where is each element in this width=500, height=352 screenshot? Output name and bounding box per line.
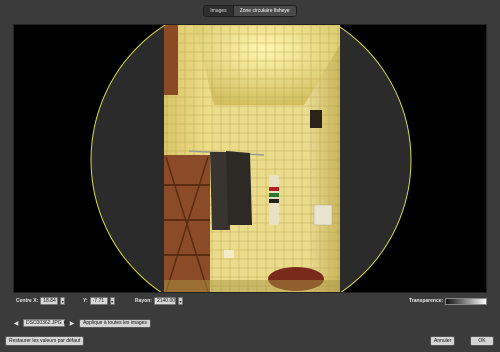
image-selector[interactable]: DSC00362.JPG ▾ — [23, 319, 67, 327]
tab-images[interactable]: Images — [204, 6, 234, 16]
radius-field[interactable]: 2140.00 — [153, 297, 176, 305]
restore-defaults-button[interactable]: Restaurer les valeurs par défaut — [5, 336, 85, 346]
ok-button[interactable]: OK — [470, 336, 494, 346]
previous-image-arrow-icon[interactable]: ◀ — [13, 320, 19, 327]
chevron-down-icon: ▾ — [63, 320, 67, 326]
transparency-control: Transparence: — [409, 296, 488, 306]
cancel-button[interactable]: Annuler — [430, 336, 456, 346]
tab-fisheye-zone[interactable]: Zone circulaire fisheye — [233, 6, 296, 16]
transparency-slider[interactable] — [445, 297, 488, 305]
radius-control: Rayon: 2140.00 ▾ — [135, 296, 183, 306]
center-x-stepper[interactable]: ▾ — [60, 297, 66, 305]
dialog-footer: Restaurer les valeurs par défaut Annuler… — [0, 334, 500, 348]
fisheye-photo — [164, 25, 340, 292]
segmented-tabs: Images Zone circulaire fisheye — [203, 5, 297, 17]
center-x-control: Centre X: 18.84 ▾ — [16, 296, 66, 306]
transparency-label: Transparence: — [409, 298, 444, 304]
striped-towel — [269, 175, 279, 225]
wooden-shelf — [164, 155, 210, 292]
center-x-label: Centre X: — [16, 298, 39, 304]
center-y-field[interactable]: -7.71 — [89, 297, 108, 305]
file-bar: ◀ DSC00362.JPG ▾ ▶ Applique à toutes les… — [13, 318, 151, 328]
center-x-field[interactable]: 18.84 — [40, 297, 59, 305]
center-y-label: Y: — [83, 298, 88, 304]
tab-bar: Images Zone circulaire fisheye — [0, 5, 500, 17]
fisheye-dialog: Images Zone circulaire fisheye Centre X:… — [0, 0, 500, 352]
radius-stepper[interactable]: ▾ — [177, 297, 183, 305]
radius-label: Rayon: — [135, 298, 152, 304]
image-selector-value: DSC00362.JPG — [26, 320, 62, 326]
apply-all-button[interactable]: Applique à toutes les images — [79, 318, 151, 328]
center-y-control: Y: -7.71 ▾ — [83, 296, 115, 306]
circle-controls: Centre X: 18.84 ▾ Y: -7.71 ▾ Rayon: 2140… — [13, 296, 488, 306]
fisheye-preview-canvas — [14, 25, 486, 292]
image-preview[interactable] — [13, 24, 487, 293]
center-y-stepper[interactable]: ▾ — [109, 297, 115, 305]
next-image-arrow-icon[interactable]: ▶ — [69, 320, 75, 327]
